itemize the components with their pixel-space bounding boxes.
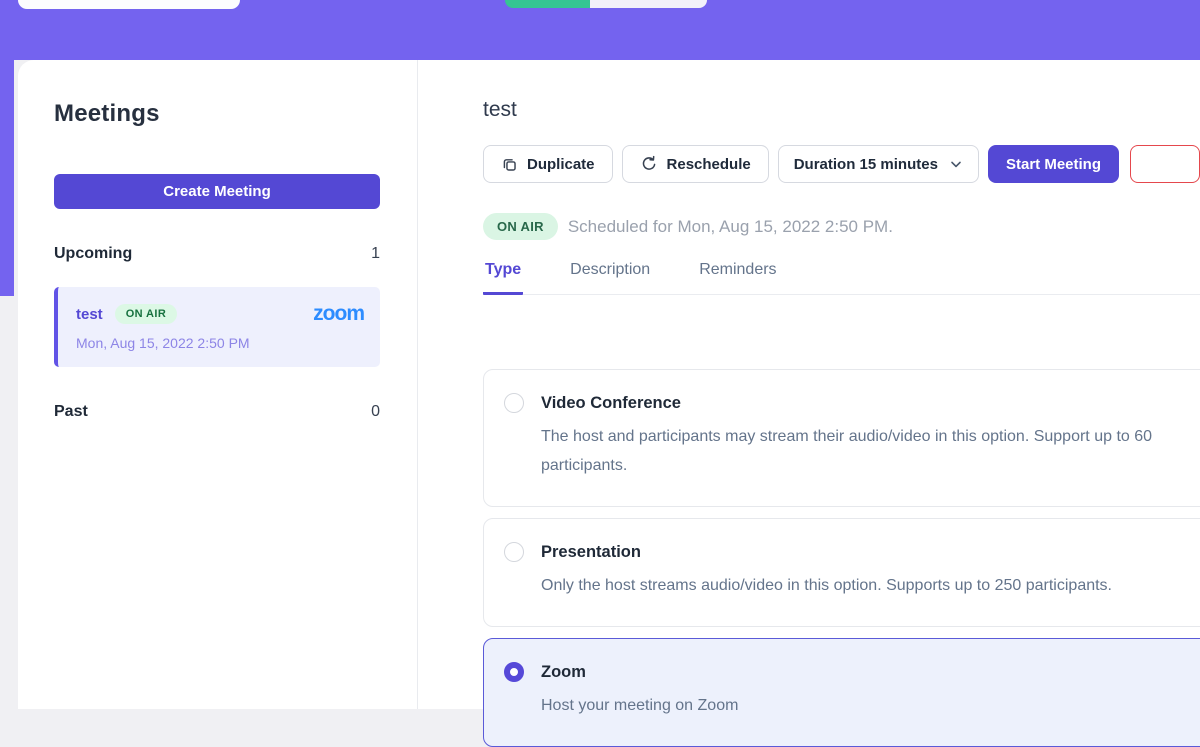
meeting-type-options: Video Conference The host and participan… <box>483 369 1200 747</box>
radio-checked-icon[interactable] <box>504 662 524 682</box>
page-title: Meetings <box>54 100 380 128</box>
option-content: Presentation Only the host streams audio… <box>541 541 1112 600</box>
option-description: Only the host streams audio/video in thi… <box>541 571 1112 600</box>
duplicate-button[interactable]: Duplicate <box>483 145 613 183</box>
duplicate-label: Duplicate <box>527 156 595 173</box>
meeting-item-header: test ON AIR zoom <box>76 302 364 326</box>
start-meeting-button[interactable]: Start Meeting <box>988 145 1119 183</box>
meeting-title: test <box>483 98 1200 122</box>
meeting-detail-pane: test Duplicate Reschedul <box>418 60 1200 709</box>
tab-type[interactable]: Type <box>483 261 523 295</box>
delete-button-cutoff[interactable] <box>1130 145 1200 183</box>
topbar-cutoff-element <box>18 0 240 9</box>
radio-unchecked-icon[interactable] <box>504 393 524 413</box>
tab-reminders[interactable]: Reminders <box>697 261 778 295</box>
option-content: Video Conference The host and participan… <box>541 392 1200 480</box>
duration-select[interactable]: Duration 15 minutes <box>778 145 979 183</box>
progress-rest-segment <box>590 0 707 8</box>
tab-description[interactable]: Description <box>568 261 652 295</box>
detail-tabs: Type Description Reminders <box>483 261 1200 295</box>
upcoming-label: Upcoming <box>54 245 132 263</box>
app-header-band <box>0 0 1200 60</box>
reschedule-button[interactable]: Reschedule <box>622 145 769 183</box>
meetings-sidebar: Meetings Create Meeting Upcoming 1 test … <box>18 60 418 709</box>
progress-bar-cutoff <box>505 0 707 8</box>
chevron-down-icon <box>948 156 964 172</box>
meeting-name: test <box>76 306 103 323</box>
past-count: 0 <box>371 403 380 421</box>
progress-done-segment <box>505 0 590 8</box>
onair-status-badge: ON AIR <box>483 213 558 240</box>
option-presentation[interactable]: Presentation Only the host streams audio… <box>483 518 1200 627</box>
radio-unchecked-icon[interactable] <box>504 542 524 562</box>
past-label: Past <box>54 403 88 421</box>
past-section-header[interactable]: Past 0 <box>54 403 380 421</box>
option-video-conference[interactable]: Video Conference The host and participan… <box>483 369 1200 507</box>
option-title: Zoom <box>541 661 738 683</box>
refresh-icon <box>640 155 658 173</box>
create-meeting-button[interactable]: Create Meeting <box>54 174 380 209</box>
option-zoom[interactable]: Zoom Host your meeting on Zoom <box>483 638 1200 747</box>
onair-badge: ON AIR <box>115 304 178 324</box>
action-toolbar: Duplicate Reschedule Duration 15 minutes <box>483 145 1200 183</box>
scheduled-text: Scheduled for Mon, Aug 15, 2022 2:50 PM. <box>568 217 893 237</box>
option-description: The host and participants may stream the… <box>541 422 1200 480</box>
upcoming-count: 1 <box>371 245 380 263</box>
upcoming-section-header[interactable]: Upcoming 1 <box>54 245 380 263</box>
meeting-list-item[interactable]: test ON AIR zoom Mon, Aug 15, 2022 2:50 … <box>54 287 380 367</box>
option-description: Host your meeting on Zoom <box>541 691 738 720</box>
meeting-status-row: ON AIR Scheduled for Mon, Aug 15, 2022 2… <box>483 213 1200 240</box>
copy-icon <box>501 156 518 173</box>
option-content: Zoom Host your meeting on Zoom <box>541 661 738 720</box>
option-title: Presentation <box>541 541 1112 563</box>
sidebar-purple-strip <box>0 0 14 296</box>
meetings-card: Meetings Create Meeting Upcoming 1 test … <box>18 60 1200 709</box>
zoom-provider-logo: zoom <box>313 302 364 326</box>
duration-value: Duration 15 minutes <box>794 156 938 173</box>
reschedule-label: Reschedule <box>667 156 751 173</box>
meeting-datetime: Mon, Aug 15, 2022 2:50 PM <box>76 335 364 351</box>
option-title: Video Conference <box>541 392 1200 414</box>
